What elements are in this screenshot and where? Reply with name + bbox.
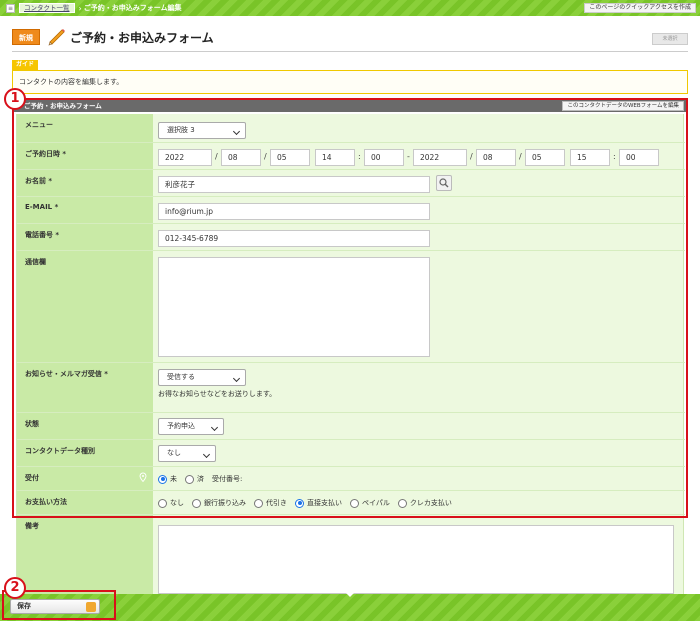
home-icon[interactable]: ≡	[6, 3, 15, 13]
row-payment: お支払い方法 なし 銀行振り込み 代引き 直接支払い ペイパル クレカ支払い	[17, 491, 685, 515]
row-reception: 受付 未 済 受付番号:	[17, 467, 685, 491]
reception-radio-group: 未 済 受付番号:	[158, 474, 242, 484]
search-icon[interactable]	[436, 175, 452, 191]
row-name: お名前 * 利彦花子	[17, 170, 685, 197]
to-month-input[interactable]: 08	[476, 149, 516, 166]
save-button[interactable]: 保存	[10, 599, 100, 614]
remarks-textarea[interactable]	[158, 525, 674, 594]
from-day-input[interactable]: 05	[270, 149, 310, 166]
newsletter-hint: お得なお知らせなどをお送りします。	[158, 390, 277, 398]
to-hour-input[interactable]: 15	[570, 149, 610, 166]
row-menu: メニュー 選択肢 3	[17, 114, 685, 143]
date-separator: /	[519, 152, 522, 161]
time-separator: :	[613, 152, 616, 161]
row-label: 受付	[17, 467, 153, 490]
payment-radio-group: なし 銀行振り込み 代引き 直接支払い ペイパル クレカ支払い	[158, 498, 460, 508]
top-nav-bar: ≡ コンタクト一覧 › ご予約・お申込みフォーム編集 このページのクイックアクセ…	[0, 0, 700, 16]
header-right-button[interactable]: 未選択	[652, 33, 688, 45]
location-pin-icon	[139, 472, 147, 482]
row-label: 備考	[17, 515, 153, 594]
row-label: お名前 *	[17, 170, 153, 196]
scroll-notch-icon	[346, 593, 354, 597]
breadcrumb-current: ご予約・お申込みフォーム編集	[83, 4, 182, 12]
form-area: メニュー 選択肢 3 ご予約日時 * 2022 / 08 / 05 14 : 0…	[16, 114, 685, 594]
to-minute-input[interactable]: 00	[619, 149, 659, 166]
newsletter-select[interactable]: 受信する	[158, 369, 246, 386]
from-minute-input[interactable]: 00	[364, 149, 404, 166]
pencil-icon	[48, 29, 65, 46]
lock-icon	[86, 602, 96, 612]
breadcrumb-contact-list[interactable]: コンタクト一覧	[19, 3, 75, 13]
date-separator: /	[264, 152, 267, 161]
annotation-number-1: 1	[4, 88, 26, 110]
email-input[interactable]: info@rium.jp	[158, 203, 430, 220]
radio-button[interactable]	[185, 474, 194, 484]
page-title: ご予約・お申込みフォーム	[70, 31, 214, 45]
reception-option-done[interactable]: 済	[185, 474, 204, 484]
payment-option[interactable]: クレカ支払い	[397, 498, 452, 508]
edit-web-form-button[interactable]: このコンタクトデータのWEBフォームを編集	[562, 101, 684, 111]
from-month-input[interactable]: 08	[221, 149, 261, 166]
payment-option[interactable]: 銀行振り込み	[192, 498, 246, 508]
form-panel: ご予約・お申込みフォーム このコンタクトデータのWEBフォームを編集 メニュー …	[12, 100, 688, 594]
row-label: コンタクトデータ種別	[17, 440, 153, 466]
row-status: 状態 予約申込	[17, 413, 685, 440]
payment-option[interactable]: 直接支払い	[295, 498, 342, 508]
row-reserve-date: ご予約日時 * 2022 / 08 / 05 14 : 00 - 2022 / …	[17, 143, 685, 170]
row-label: メニュー	[17, 114, 153, 142]
row-newsletter: お知らせ・メルマガ受信 * 受信する お得なお知らせなどをお送りします。	[17, 363, 685, 413]
row-contact-type: コンタクトデータ種別 なし	[17, 440, 685, 467]
save-label: 保存	[17, 602, 31, 610]
row-label: お知らせ・メルマガ受信 *	[17, 363, 153, 412]
date-separator: /	[470, 152, 473, 161]
guide-label: ガイド	[12, 60, 39, 70]
reception-number-label: 受付番号:	[212, 475, 243, 483]
panel-title: ご予約・お申込みフォーム	[24, 102, 102, 110]
row-label: 通信欄	[17, 251, 153, 362]
row-label: 状態	[17, 413, 153, 439]
row-remarks: 備考	[17, 515, 685, 594]
new-badge: 新規	[12, 29, 40, 45]
status-select[interactable]: 予約申込	[158, 418, 224, 435]
row-phone: 電話番号 * 012-345-6789	[17, 224, 685, 251]
message-textarea[interactable]	[158, 257, 430, 357]
range-separator: -	[407, 152, 410, 161]
guide-box: コンタクトの内容を編集します。	[12, 70, 688, 94]
payment-option[interactable]: ペイパル	[350, 498, 390, 508]
menu-select[interactable]: 選択肢 3	[158, 122, 246, 139]
to-day-input[interactable]: 05	[525, 149, 565, 166]
row-message: 通信欄	[17, 251, 685, 363]
payment-option[interactable]: なし	[158, 498, 184, 508]
radio-button[interactable]	[254, 498, 263, 508]
radio-button[interactable]	[350, 498, 359, 508]
page-header: 新規 ご予約・お申込みフォーム 未選択	[12, 24, 688, 52]
row-label: E-MAIL *	[17, 197, 153, 223]
from-year-input[interactable]: 2022	[158, 149, 212, 166]
row-label: 電話番号 *	[17, 224, 153, 250]
annotation-number-2: 2	[4, 577, 26, 599]
contact-type-select[interactable]: なし	[158, 445, 216, 462]
time-separator: :	[358, 152, 361, 161]
name-input[interactable]: 利彦花子	[158, 176, 430, 193]
quick-access-button[interactable]: このページのクイックアクセスを作成	[584, 3, 696, 13]
radio-button[interactable]	[158, 474, 167, 484]
row-label: お支払い方法	[17, 491, 153, 514]
guide-text: コンタクトの内容を編集します。	[19, 78, 124, 86]
radio-button[interactable]	[295, 498, 304, 508]
from-hour-input[interactable]: 14	[315, 149, 355, 166]
panel-header: ご予約・お申込みフォーム このコンタクトデータのWEBフォームを編集	[12, 100, 688, 112]
reception-option-pending[interactable]: 未	[158, 474, 177, 484]
date-separator: /	[215, 152, 218, 161]
radio-button[interactable]	[397, 498, 407, 508]
reception-label: 受付	[25, 474, 39, 482]
row-label: ご予約日時 *	[17, 143, 153, 169]
radio-button[interactable]	[158, 498, 167, 508]
phone-input[interactable]: 012-345-6789	[158, 230, 430, 247]
breadcrumb-separator: ›	[78, 3, 82, 13]
row-email: E-MAIL * info@rium.jp	[17, 197, 685, 224]
radio-button[interactable]	[192, 498, 201, 508]
to-year-input[interactable]: 2022	[413, 149, 467, 166]
bottom-action-bar: 保存	[0, 593, 700, 621]
payment-option[interactable]: 代引き	[254, 498, 287, 508]
